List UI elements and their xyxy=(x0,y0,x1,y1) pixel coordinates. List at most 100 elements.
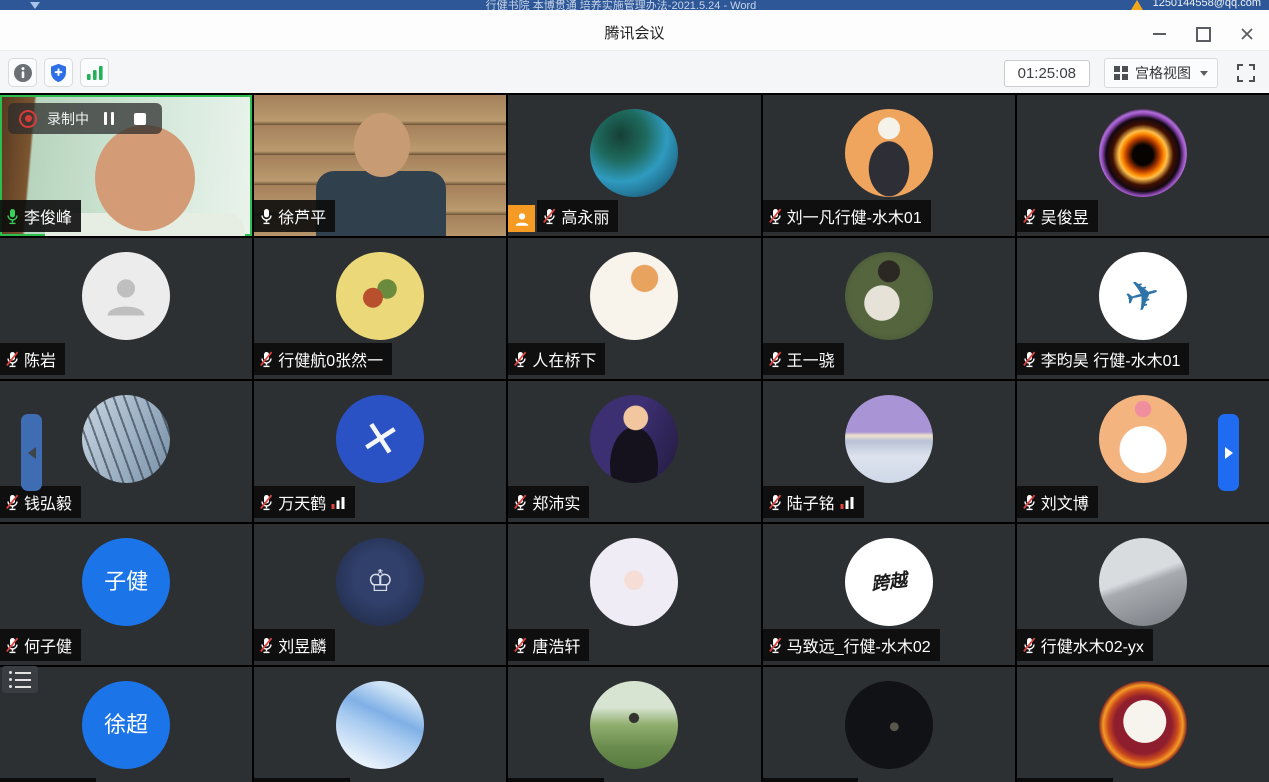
view-selector[interactable]: 宫格视图 xyxy=(1104,58,1218,88)
participant-cell[interactable]: 刘一凡行健-水木01 xyxy=(763,95,1015,236)
view-selector-label: 宫格视图 xyxy=(1135,63,1191,83)
participant-name: 行健航0张然一 xyxy=(278,347,383,371)
avatar: ✈ xyxy=(1099,252,1187,340)
avatar-glyph: ✈ xyxy=(1120,271,1165,321)
participant-label xyxy=(1017,778,1113,782)
participant-label: 马致远_行健-水木02 xyxy=(763,629,940,661)
avatar xyxy=(336,681,424,769)
previous-page-button[interactable] xyxy=(21,414,42,491)
participant-cell[interactable]: 人在桥下 xyxy=(508,238,760,379)
fullscreen-button[interactable] xyxy=(1232,60,1259,87)
background-word-titlebar[interactable]: 行健书院 本博贯通 培养实施管理办法-2021.5.24 - Word 1250… xyxy=(0,0,1269,10)
word-autosave-icon xyxy=(30,2,40,9)
participant-label: 人在桥下 xyxy=(508,343,605,375)
participant-cell[interactable]: 郑沛实 xyxy=(508,381,760,522)
participant-label xyxy=(254,778,350,782)
avatar: 跨越 xyxy=(845,538,933,626)
warning-triangle-icon xyxy=(1131,0,1143,10)
participant-name: 李昀昊 行健-水木01 xyxy=(1041,347,1181,371)
avatar xyxy=(1099,395,1187,483)
participant-label: 陈岩 xyxy=(0,343,65,375)
participant-label: 刘昱麟 xyxy=(254,629,335,661)
participant-cell[interactable]: 陆子铭 xyxy=(763,381,1015,522)
meeting-toolbar: 01:25:08 宫格视图 xyxy=(0,50,1269,93)
network-quality-button[interactable] xyxy=(80,58,109,87)
participant-cell[interactable]: 王一骁 xyxy=(763,238,1015,379)
mic-muted-icon xyxy=(769,494,782,511)
participant-name: 唐浩轩 xyxy=(532,633,580,657)
participant-cell[interactable]: 行健航0张然一 xyxy=(254,238,506,379)
participant-name: 人在桥下 xyxy=(532,347,596,371)
chevron-down-icon xyxy=(1200,71,1208,76)
mic-icon xyxy=(260,208,273,225)
participant-name: 行健水木02-yx xyxy=(1041,633,1144,657)
avatar: ♔ xyxy=(336,538,424,626)
mic-muted-icon xyxy=(514,637,527,654)
participant-cell[interactable]: ✈ 李昀昊 行健-水木01 xyxy=(1017,238,1269,379)
avatar xyxy=(590,252,678,340)
pause-recording-button[interactable] xyxy=(99,112,119,125)
mic-muted-icon xyxy=(260,637,273,654)
participant-label: 李昀昊 行健-水木01 xyxy=(1017,343,1190,375)
meeting-info-button[interactable] xyxy=(8,58,37,87)
participant-cell[interactable]: 行健水木02-yx xyxy=(1017,524,1269,665)
person-icon xyxy=(513,210,531,228)
recording-status-label: 录制中 xyxy=(47,109,89,129)
avatar xyxy=(336,252,424,340)
participant-label: 行健水木02-yx xyxy=(1017,629,1153,661)
participant-cell[interactable]: ♔刘昱麟 xyxy=(254,524,506,665)
avatar xyxy=(82,252,170,340)
member-list-toggle[interactable] xyxy=(2,666,38,693)
participant-name: 郑沛实 xyxy=(532,490,580,514)
avatar xyxy=(1099,538,1187,626)
app-titlebar: 腾讯会议 xyxy=(0,10,1269,50)
participant-label xyxy=(508,778,604,782)
participant-cell[interactable] xyxy=(508,667,760,782)
avatar xyxy=(590,109,678,197)
avatar xyxy=(590,538,678,626)
participant-cell[interactable]: 跨越马致远_行健-水木02 xyxy=(763,524,1015,665)
avatar xyxy=(82,395,170,483)
minimize-button[interactable] xyxy=(1151,26,1167,42)
avatar-glyph: ✕ xyxy=(357,412,404,465)
participant-cell[interactable]: 李俊峰 录制中 xyxy=(0,95,252,236)
avatar xyxy=(1099,681,1187,769)
participant-label: 高永丽 xyxy=(537,200,618,232)
participant-grid: 李俊峰 录制中徐芦平 高永丽 刘一凡行健-水木01吴俊昱陈岩 行健航0张然一 人在桥下 王一… xyxy=(0,93,1269,782)
participant-cell[interactable]: 唐浩轩 xyxy=(508,524,760,665)
maximize-button[interactable] xyxy=(1195,26,1211,42)
participant-cell[interactable]: 高永丽 xyxy=(508,95,760,236)
video-face xyxy=(95,125,195,231)
avatar xyxy=(1099,109,1187,197)
participant-cell[interactable] xyxy=(254,667,506,782)
window-controls xyxy=(1151,26,1255,42)
participant-label: 唐浩轩 xyxy=(508,629,589,661)
stop-recording-button[interactable] xyxy=(134,113,146,125)
participant-name: 李俊峰 xyxy=(24,204,72,228)
participant-name: 钱弘毅 xyxy=(24,490,72,514)
avatar xyxy=(590,681,678,769)
next-page-button[interactable] xyxy=(1218,414,1239,491)
participant-name: 徐芦平 xyxy=(278,204,326,228)
participant-cell[interactable] xyxy=(763,667,1015,782)
close-button[interactable] xyxy=(1239,26,1255,42)
participant-cell[interactable]: ✕万天鹤 xyxy=(254,381,506,522)
mic-muted-icon xyxy=(6,637,19,654)
toolbar-left-icons xyxy=(8,58,109,87)
participant-cell[interactable] xyxy=(1017,667,1269,782)
participant-cell[interactable]: 陈岩 xyxy=(0,238,252,379)
account-email: 1250144558@qq.com xyxy=(1153,0,1261,9)
mic-muted-icon xyxy=(769,351,782,368)
participant-label: 吴俊昱 xyxy=(1017,200,1098,232)
person-icon xyxy=(100,270,152,322)
chevron-left-icon xyxy=(28,447,36,459)
avatar: ✕ xyxy=(336,395,424,483)
participant-cell[interactable]: 子健何子健 xyxy=(0,524,252,665)
word-document-title: 行健书院 本博贯通 培养实施管理办法-2021.5.24 - Word xyxy=(486,0,757,10)
participant-cell[interactable]: 徐芦平 xyxy=(254,95,506,236)
participant-name: 陈岩 xyxy=(24,347,56,371)
participant-cell[interactable]: 吴俊昱 xyxy=(1017,95,1269,236)
security-button[interactable] xyxy=(44,58,73,87)
participant-name: 陆子铭 xyxy=(787,490,835,514)
tencent-meeting-window: 行健书院 本博贯通 培养实施管理办法-2021.5.24 - Word 1250… xyxy=(0,0,1269,782)
